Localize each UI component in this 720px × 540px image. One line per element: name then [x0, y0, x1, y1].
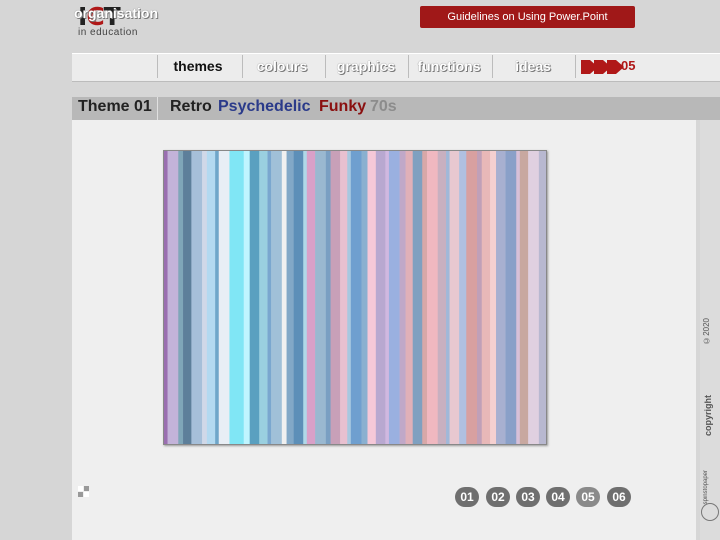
theme-separator — [157, 97, 158, 120]
nav-separator — [408, 55, 409, 78]
page-number: 05 — [621, 58, 636, 73]
seal-icon — [701, 503, 719, 521]
arrow-icon — [607, 60, 616, 74]
stripe — [388, 151, 400, 444]
stripe — [437, 151, 447, 444]
page-button-03[interactable]: 03 — [516, 487, 540, 507]
stripe — [281, 151, 287, 444]
stripe — [528, 151, 540, 444]
stripe — [167, 151, 179, 444]
stripe — [375, 151, 386, 444]
page-button-02[interactable]: 02 — [486, 487, 510, 507]
stripe — [505, 151, 517, 444]
nav-item-ideas[interactable]: ideas — [494, 57, 572, 75]
stripe — [267, 151, 272, 444]
stripe — [538, 151, 546, 444]
stripe — [422, 151, 428, 444]
stripe-pattern-image — [163, 150, 547, 445]
page-button-01[interactable]: 01 — [455, 487, 479, 507]
nav-separator — [325, 55, 326, 78]
tab-psychedelic[interactable]: Psychedelic — [218, 98, 311, 116]
nav-item-graphics[interactable]: graphics — [327, 57, 405, 75]
nav-item-organisation[interactable]: organisation — [74, 4, 158, 22]
stripe — [466, 151, 478, 444]
nav-separator — [575, 55, 576, 78]
stripe — [259, 151, 268, 444]
grid-icon — [78, 485, 90, 497]
stripe — [330, 151, 341, 444]
slide-page: ICT in education Guidelines on Using Pow… — [0, 0, 720, 540]
arrow-icon — [581, 60, 590, 74]
nav-item-colours[interactable]: colours — [244, 57, 320, 75]
stripe — [405, 151, 414, 444]
stripe — [191, 151, 203, 444]
page-button-05[interactable]: 05 — [576, 487, 600, 507]
stripe — [496, 151, 506, 444]
stripe — [449, 151, 460, 444]
nav-item-themes[interactable]: themes — [159, 57, 237, 75]
stripe — [325, 151, 331, 444]
nav-separator — [242, 55, 243, 78]
stripe — [315, 151, 327, 444]
stripe — [399, 151, 406, 444]
nav-separator — [157, 55, 158, 78]
theme-title: Theme 01 — [78, 98, 152, 115]
page-button-04[interactable]: 04 — [546, 487, 570, 507]
stripe — [306, 151, 316, 444]
stripe — [516, 151, 521, 444]
stripe — [164, 151, 168, 444]
stripe — [367, 151, 377, 444]
stripe — [446, 151, 450, 444]
tab-funky[interactable]: Funky — [319, 98, 366, 116]
tab-70s[interactable]: 70s — [370, 98, 397, 116]
stripe — [293, 151, 304, 444]
stripe — [459, 151, 467, 444]
brand-label: copyright — [703, 395, 713, 437]
stripe — [249, 151, 260, 444]
stripe-svg — [164, 151, 546, 444]
stripe — [206, 151, 216, 444]
stripe — [178, 151, 184, 444]
credit-label: spinstopaper — [703, 470, 709, 505]
stripe — [218, 151, 230, 444]
tab-retro[interactable]: Retro — [170, 98, 212, 116]
stripe — [427, 151, 439, 444]
stripe — [350, 151, 362, 444]
stripe — [340, 151, 348, 444]
page-button-06[interactable]: 06 — [607, 487, 631, 507]
arrow-icon — [594, 60, 603, 74]
stripe — [412, 151, 423, 444]
stripe — [271, 151, 283, 444]
stripe — [476, 151, 483, 444]
stripe — [347, 151, 352, 444]
stripe — [481, 151, 491, 444]
nav-separator — [492, 55, 493, 78]
stripe — [490, 151, 497, 444]
stripe — [215, 151, 220, 444]
stripe — [303, 151, 308, 444]
stripe — [361, 151, 368, 444]
nav-item-functions[interactable]: functions — [410, 57, 488, 75]
copyright-label: ©2020 — [702, 318, 711, 345]
stripe — [183, 151, 192, 444]
guidelines-button[interactable]: Guidelines on Using Power.Point — [420, 6, 635, 28]
stripe — [229, 151, 245, 444]
stripe — [243, 151, 250, 444]
stripe — [202, 151, 208, 444]
logo-subtitle: in education — [78, 27, 138, 38]
stripe — [286, 151, 295, 444]
stripe — [519, 151, 529, 444]
stripe — [385, 151, 390, 444]
